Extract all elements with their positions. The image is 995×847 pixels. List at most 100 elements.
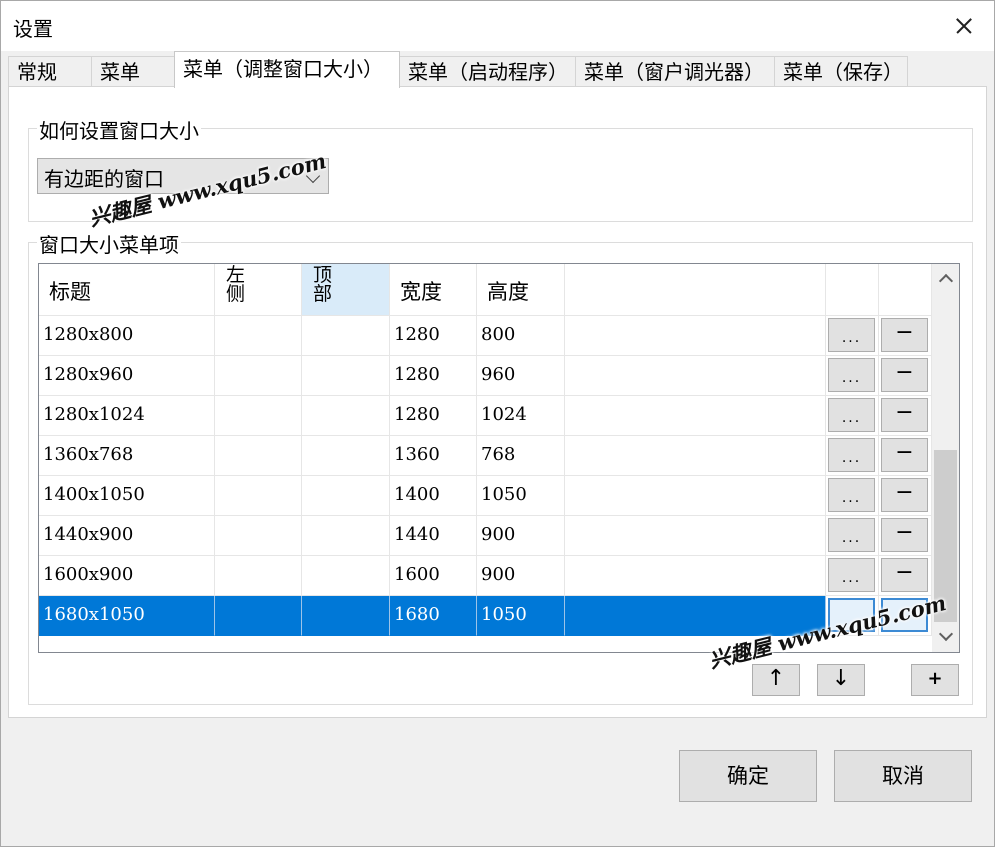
cell-top[interactable] bbox=[302, 516, 390, 556]
cell-width[interactable]: 1600 bbox=[390, 556, 477, 596]
cell-top[interactable] bbox=[302, 356, 390, 396]
cell-height[interactable]: 900 bbox=[477, 516, 565, 556]
column-header-height[interactable]: 高度 bbox=[477, 264, 565, 316]
cell-edit: ... bbox=[826, 436, 879, 476]
cell-filler[interactable] bbox=[565, 356, 826, 396]
cell-width[interactable]: 1360 bbox=[390, 436, 477, 476]
edit-row-button[interactable]: ... bbox=[828, 398, 875, 432]
column-header-width-label: 宽度 bbox=[400, 280, 442, 304]
cell-height[interactable]: 900 bbox=[477, 556, 565, 596]
ok-button[interactable]: 确定 bbox=[679, 750, 817, 802]
cell-title[interactable]: 1360x768 bbox=[39, 436, 215, 476]
cell-edit: ... bbox=[826, 316, 879, 356]
cell-left[interactable] bbox=[215, 516, 302, 556]
remove-row-button[interactable]: − bbox=[881, 558, 928, 592]
cell-left[interactable] bbox=[215, 476, 302, 516]
column-header-width[interactable]: 宽度 bbox=[390, 264, 477, 316]
tab-menu-dimmer[interactable]: 菜单（窗户调光器） bbox=[575, 56, 775, 87]
remove-row-button[interactable]: − bbox=[881, 478, 928, 512]
table-row[interactable]: 1440x900 1440 900... − bbox=[39, 516, 959, 556]
column-header-height-label: 高度 bbox=[487, 280, 529, 304]
tab-strip: 常规 菜单 菜单（调整窗口大小） 菜单（启动程序） 菜单（窗户调光器） 菜单（保… bbox=[1, 51, 994, 88]
edit-row-button[interactable]: ... bbox=[828, 438, 875, 472]
cell-title[interactable]: 1440x900 bbox=[39, 516, 215, 556]
cell-title[interactable]: 1280x960 bbox=[39, 356, 215, 396]
move-down-button[interactable]: ↓ bbox=[817, 664, 865, 696]
remove-row-button[interactable]: − bbox=[881, 518, 928, 552]
cell-title[interactable]: 1680x1050 bbox=[39, 596, 215, 636]
menu-items-legend: 窗口大小菜单项 bbox=[37, 229, 181, 258]
cell-title[interactable]: 1400x1050 bbox=[39, 476, 215, 516]
cell-width[interactable]: 1280 bbox=[390, 356, 477, 396]
title-bar: 设置 bbox=[1, 1, 994, 51]
column-header-filler bbox=[565, 264, 826, 316]
cell-title[interactable]: 1280x800 bbox=[39, 316, 215, 356]
cell-left[interactable] bbox=[215, 396, 302, 436]
cell-height[interactable]: 800 bbox=[477, 316, 565, 356]
table-row[interactable]: 1280x960 1280 960... − bbox=[39, 356, 959, 396]
edit-row-button[interactable]: ... bbox=[828, 558, 875, 592]
cell-filler[interactable] bbox=[565, 516, 826, 556]
edit-row-button[interactable]: ... bbox=[828, 478, 875, 512]
tab-menu-resize[interactable]: 菜单（调整窗口大小） bbox=[174, 51, 400, 88]
remove-row-button[interactable]: − bbox=[881, 398, 928, 432]
cell-height[interactable]: 1050 bbox=[477, 476, 565, 516]
edit-row-button[interactable]: ... bbox=[828, 318, 875, 352]
cell-height[interactable]: 960 bbox=[477, 356, 565, 396]
column-header-title[interactable]: 标题 bbox=[39, 264, 215, 316]
cell-title[interactable]: 1600x900 bbox=[39, 556, 215, 596]
column-header-top[interactable]: 顶部 bbox=[302, 264, 390, 316]
cell-filler[interactable] bbox=[565, 396, 826, 436]
cell-top[interactable] bbox=[302, 436, 390, 476]
cell-title[interactable]: 1280x1024 bbox=[39, 396, 215, 436]
tab-menu-save[interactable]: 菜单（保存） bbox=[774, 56, 908, 87]
menu-items-grid: 标题 左侧 顶部 宽度 高度 1280x800 1280 800... −1280x9… bbox=[38, 263, 960, 653]
table-row[interactable]: 1600x900 1600 900... − bbox=[39, 556, 959, 596]
cell-height[interactable]: 1050 bbox=[477, 596, 565, 636]
edit-row-button[interactable]: ... bbox=[828, 358, 875, 392]
combo-value: 有边距的窗口 bbox=[44, 167, 164, 191]
cell-top[interactable] bbox=[302, 476, 390, 516]
table-row[interactable]: 1280x1024 1280 1024... − bbox=[39, 396, 959, 436]
remove-row-button[interactable]: − bbox=[881, 318, 928, 352]
tab-menu-launch[interactable]: 菜单（启动程序） bbox=[399, 56, 576, 87]
cell-filler[interactable] bbox=[565, 556, 826, 596]
cell-height[interactable]: 1024 bbox=[477, 396, 565, 436]
scroll-up-icon[interactable] bbox=[932, 264, 959, 294]
cell-filler[interactable] bbox=[565, 316, 826, 356]
cell-top[interactable] bbox=[302, 316, 390, 356]
cell-left[interactable] bbox=[215, 356, 302, 396]
cell-top[interactable] bbox=[302, 556, 390, 596]
cell-left[interactable] bbox=[215, 596, 302, 636]
cell-left[interactable] bbox=[215, 556, 302, 596]
add-item-button[interactable]: + bbox=[911, 664, 959, 696]
move-up-button[interactable]: ↑ bbox=[752, 664, 800, 696]
cell-width[interactable]: 1440 bbox=[390, 516, 477, 556]
scroll-down-icon[interactable] bbox=[932, 622, 959, 652]
cell-filler[interactable] bbox=[565, 436, 826, 476]
cell-left[interactable] bbox=[215, 436, 302, 476]
edit-row-button[interactable]: ... bbox=[828, 518, 875, 552]
tab-general[interactable]: 常规 bbox=[8, 56, 92, 87]
column-header-top-label: 顶部 bbox=[313, 264, 333, 305]
column-header-left[interactable]: 左侧 bbox=[215, 264, 302, 316]
remove-row-button[interactable]: − bbox=[881, 358, 928, 392]
column-header-left-label: 左侧 bbox=[226, 264, 246, 305]
cancel-button[interactable]: 取消 bbox=[834, 750, 972, 802]
cell-top[interactable] bbox=[302, 396, 390, 436]
tab-menu[interactable]: 菜单 bbox=[91, 56, 175, 87]
cell-width[interactable]: 1280 bbox=[390, 316, 477, 356]
table-row[interactable]: 1360x768 1360 768... − bbox=[39, 436, 959, 476]
table-row[interactable]: 1400x1050 1400 1050... − bbox=[39, 476, 959, 516]
cell-width[interactable]: 1680 bbox=[390, 596, 477, 636]
close-icon[interactable] bbox=[930, 1, 994, 51]
remove-row-button[interactable]: − bbox=[881, 438, 928, 472]
cell-width[interactable]: 1400 bbox=[390, 476, 477, 516]
column-header-edit bbox=[826, 264, 879, 316]
cell-filler[interactable] bbox=[565, 476, 826, 516]
table-row[interactable]: 1280x800 1280 800... − bbox=[39, 316, 959, 356]
cell-left[interactable] bbox=[215, 316, 302, 356]
cell-height[interactable]: 768 bbox=[477, 436, 565, 476]
cell-width[interactable]: 1280 bbox=[390, 396, 477, 436]
cell-top[interactable] bbox=[302, 596, 390, 636]
